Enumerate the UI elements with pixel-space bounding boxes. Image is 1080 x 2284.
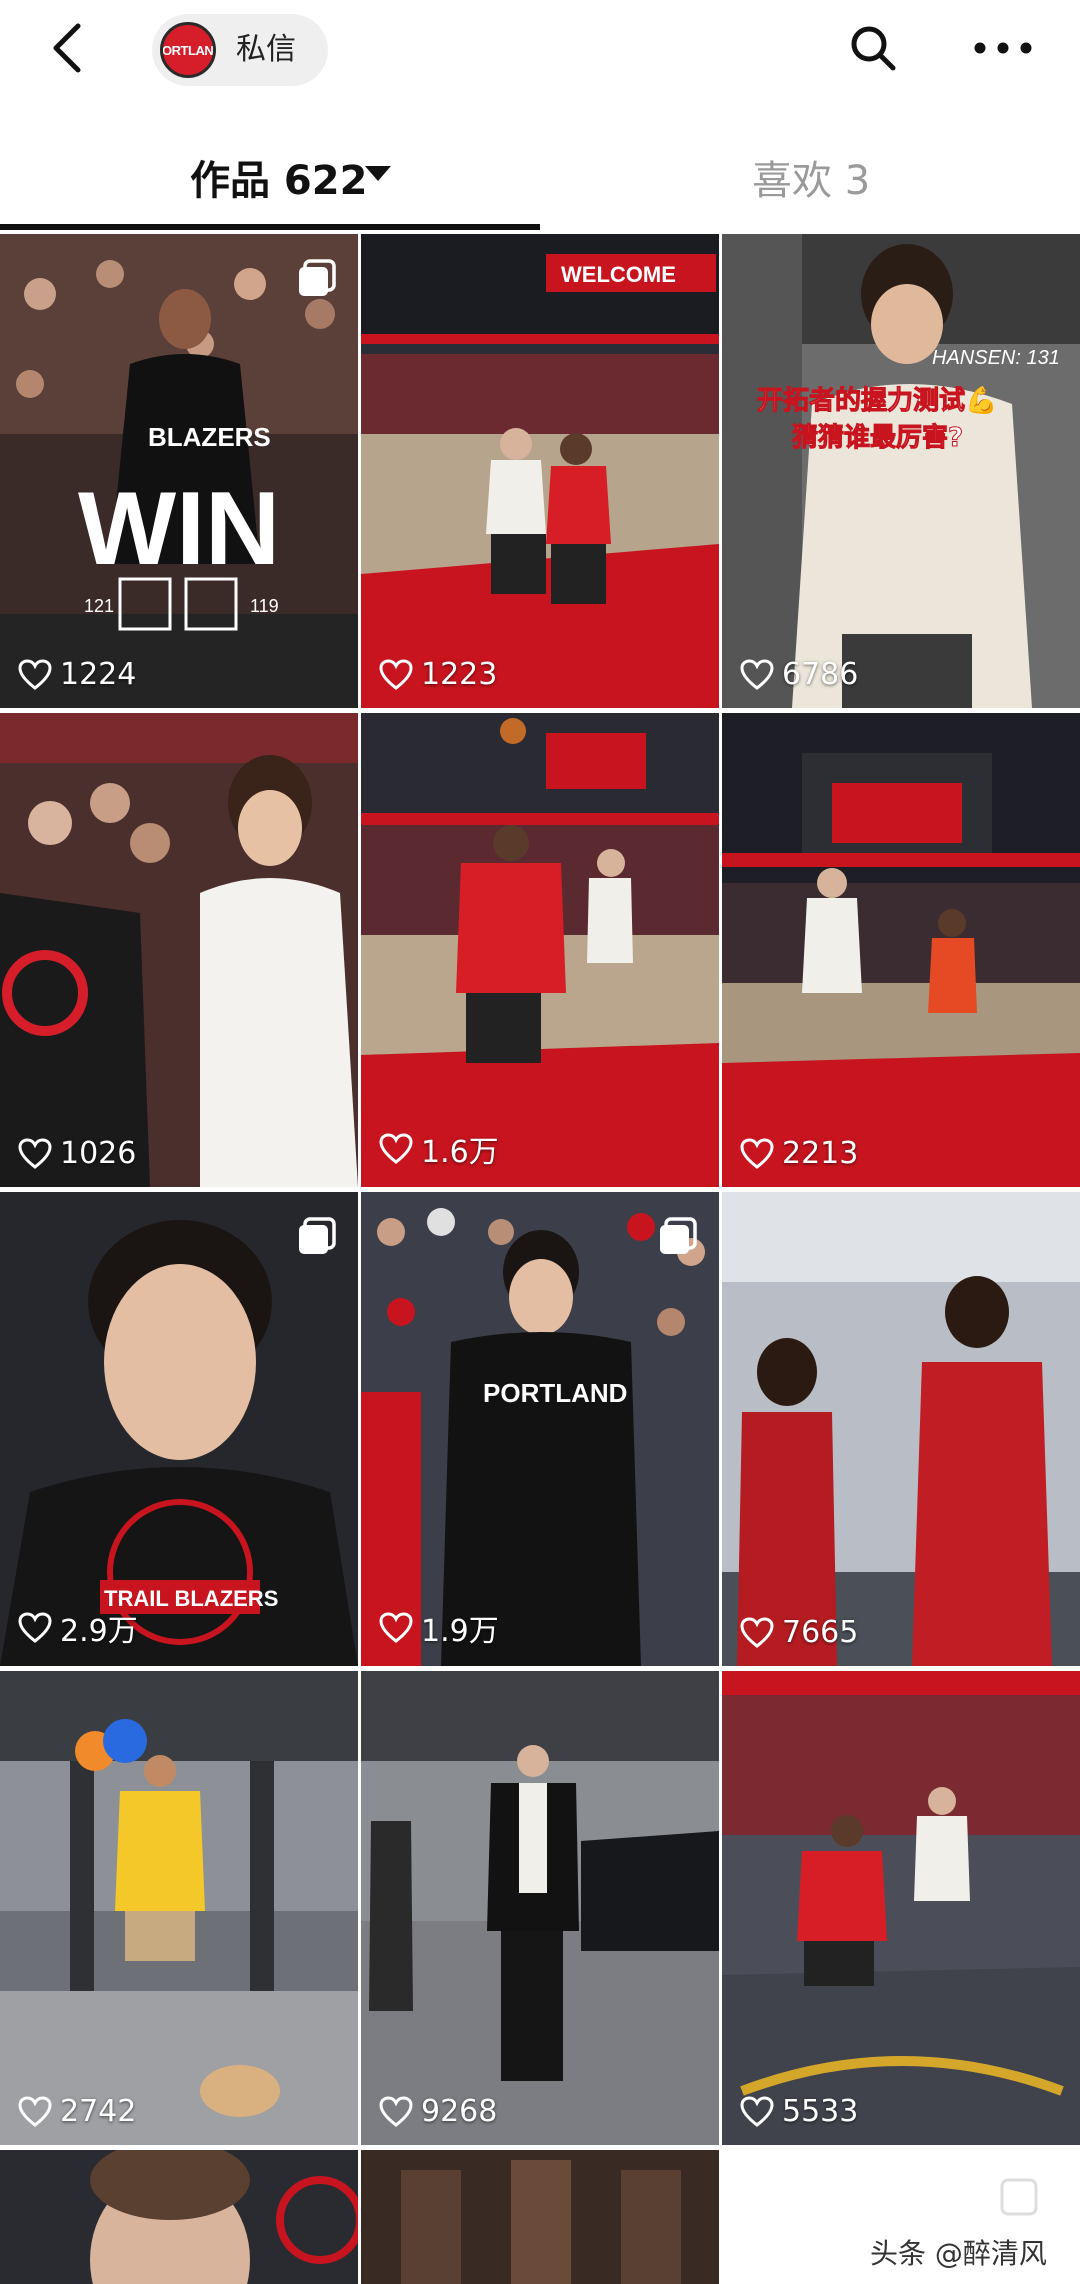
like-count: 2213 bbox=[740, 1136, 858, 1171]
multi-image-icon bbox=[299, 259, 336, 296]
like-count: 1224 bbox=[18, 657, 136, 692]
heart-icon bbox=[740, 2095, 774, 2127]
like-count-text: 6786 bbox=[782, 657, 859, 692]
multi-image-icon bbox=[660, 1217, 697, 1254]
like-count-text: 1223 bbox=[421, 657, 498, 692]
caret-down-icon[interactable] bbox=[365, 166, 391, 181]
like-count: 9268 bbox=[379, 2094, 497, 2129]
heart-icon bbox=[379, 658, 413, 690]
post-thumbnail: HANSEN: 131 开拓者的握力测试💪 猜猜谁最厉害? bbox=[722, 234, 1080, 708]
overlay-caption-1: 开拓者的握力测试💪 bbox=[757, 385, 997, 416]
multi-image-icon bbox=[299, 1217, 336, 1254]
post-tile[interactable]: 9268 bbox=[361, 1671, 719, 2145]
heart-icon bbox=[18, 1612, 52, 1643]
post-tile[interactable]: 7665 bbox=[722, 1192, 1080, 1666]
post-thumbnail bbox=[361, 2150, 719, 2284]
post-tile[interactable]: 2213 bbox=[722, 713, 1080, 1187]
like-count-text: 2742 bbox=[60, 2094, 137, 2129]
overlay-shirt-text: PORTLAND bbox=[483, 1378, 627, 1408]
profile-logo: PORTLAND bbox=[160, 22, 216, 78]
like-count-text: 1026 bbox=[60, 1136, 137, 1171]
overlay-title-text: WELCOME bbox=[561, 262, 676, 287]
post-thumbnail bbox=[361, 713, 719, 1187]
overlay-title-text: WIN bbox=[78, 471, 280, 587]
heart-icon bbox=[18, 1137, 52, 1169]
tab-likes-label: 喜欢 3 bbox=[752, 158, 871, 204]
post-tile[interactable]: 1026 bbox=[0, 713, 358, 1187]
like-count-text: 2.9万 bbox=[60, 1614, 138, 1649]
like-count: 1.6万 bbox=[379, 1127, 499, 1171]
tab-likes[interactable]: 喜欢 3 bbox=[540, 110, 1080, 230]
overlay-tag-text: HANSEN: 131 bbox=[932, 347, 1060, 369]
watermark: 头条 @醉清风 bbox=[870, 2237, 1047, 2270]
post-tile[interactable] bbox=[0, 2150, 358, 2284]
active-tab-indicator bbox=[0, 224, 540, 230]
overlay-sub-text: BLAZERS bbox=[148, 422, 271, 452]
like-count: 2742 bbox=[18, 2094, 136, 2129]
profile-tabs: 作品 622 喜欢 3 bbox=[0, 110, 1080, 230]
post-tile[interactable]: TRAIL BLAZERS 2.9万 bbox=[0, 1192, 358, 1666]
post-thumbnail: BLAZERS WIN 121 119 bbox=[0, 234, 358, 708]
like-count: 2.9万 bbox=[18, 1606, 138, 1650]
post-tile[interactable]: HANSEN: 131 开拓者的握力测试💪 猜猜谁最厉害? 6786 bbox=[722, 234, 1080, 708]
like-count: 1026 bbox=[18, 1136, 136, 1171]
heart-icon bbox=[379, 2095, 413, 2127]
like-count-text: 1.9万 bbox=[421, 1614, 499, 1649]
heart-icon bbox=[740, 1616, 774, 1648]
heart-icon bbox=[740, 1137, 774, 1169]
overlay-caption-2: 猜猜谁最厉害? bbox=[791, 422, 963, 453]
post-tile[interactable]: 2742 bbox=[0, 1671, 358, 2145]
post-thumbnail: PORTLAND bbox=[361, 1192, 719, 1666]
more-horizontal-icon[interactable] bbox=[968, 22, 1038, 74]
chevron-left-icon[interactable] bbox=[40, 18, 100, 78]
post-tile[interactable]: 1.6万 bbox=[361, 713, 719, 1187]
post-thumbnail bbox=[0, 713, 358, 1187]
top-bar: PORTLAND 私信 bbox=[0, 0, 1080, 100]
score-right-text: 119 bbox=[250, 596, 279, 616]
like-count: 7665 bbox=[740, 1615, 858, 1650]
post-thumbnail bbox=[0, 2150, 358, 2284]
post-thumbnail bbox=[722, 1192, 1080, 1666]
post-tile[interactable]: WELCOME 1223 bbox=[361, 234, 719, 708]
post-tile[interactable] bbox=[361, 2150, 719, 2284]
heart-icon bbox=[18, 2095, 52, 2127]
heart-icon bbox=[18, 658, 52, 690]
post-thumbnail: WELCOME bbox=[361, 234, 719, 708]
like-count-text: 9268 bbox=[421, 2094, 498, 2129]
post-tile[interactable]: PORTLAND 1.9万 bbox=[361, 1192, 719, 1666]
score-left-text: 121 bbox=[84, 596, 114, 616]
like-count-text: 7665 bbox=[782, 1615, 859, 1650]
like-count: 1.9万 bbox=[379, 1606, 499, 1650]
post-thumbnail bbox=[361, 1671, 719, 2145]
message-label: 私信 bbox=[236, 32, 296, 67]
like-count: 1223 bbox=[379, 657, 497, 692]
like-count: 5533 bbox=[740, 2094, 858, 2129]
like-count-text: 5533 bbox=[782, 2094, 859, 2129]
heart-icon bbox=[379, 1612, 413, 1643]
like-count-text: 1.6万 bbox=[421, 1135, 499, 1170]
tab-works[interactable]: 作品 622 bbox=[0, 110, 540, 230]
post-thumbnail bbox=[0, 1671, 358, 2145]
search-icon[interactable] bbox=[845, 20, 901, 76]
like-count-text: 2213 bbox=[782, 1136, 859, 1171]
like-count: 6786 bbox=[740, 657, 858, 692]
post-tile[interactable]: 5533 bbox=[722, 1671, 1080, 2145]
post-thumbnail bbox=[722, 713, 1080, 1187]
message-button[interactable]: PORTLAND 私信 bbox=[152, 14, 328, 86]
post-thumbnail: TRAIL BLAZERS bbox=[0, 1192, 358, 1666]
post-thumbnail bbox=[722, 1671, 1080, 2145]
heart-icon bbox=[379, 1133, 413, 1164]
heart-icon bbox=[740, 658, 774, 690]
tab-works-label: 作品 622 bbox=[190, 158, 368, 204]
like-count-text: 1224 bbox=[60, 657, 137, 692]
post-tile[interactable]: BLAZERS WIN 121 119 1224 bbox=[0, 234, 358, 708]
